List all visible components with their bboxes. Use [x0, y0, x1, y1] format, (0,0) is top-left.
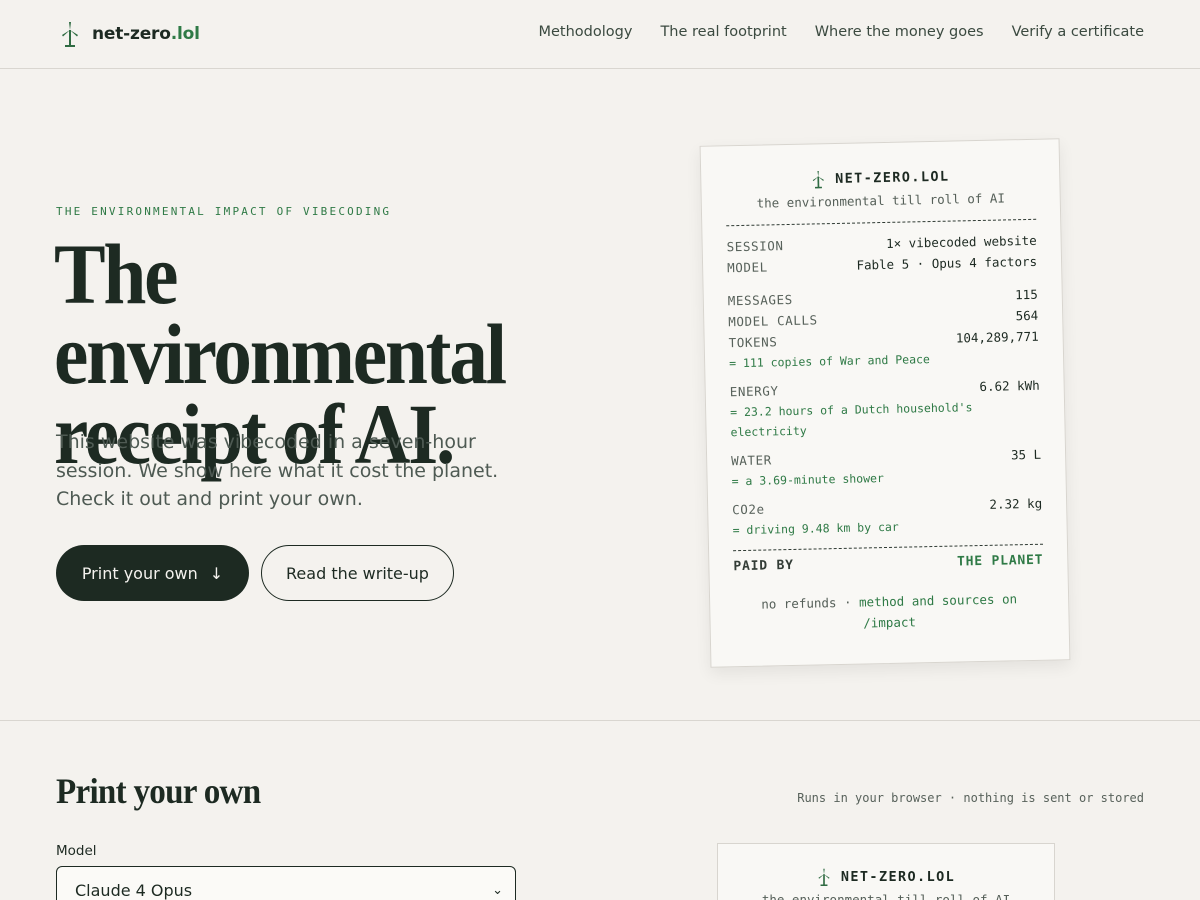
section-title: Print your own [56, 771, 261, 811]
wind-turbine-icon [818, 868, 830, 886]
chevron-down-icon: ⌄ [492, 882, 503, 898]
impact-link[interactable]: method and sources on /impact [859, 591, 1017, 630]
privacy-note: Runs in your browser · nothing is sent o… [797, 791, 1144, 805]
receipt-brand: NET-ZERO.LOL [725, 166, 1035, 190]
section-divider [0, 720, 1200, 721]
receipt-preview-tagline: the environmental till roll of AI [761, 892, 1011, 900]
site-header: net-zero.lol Methodology The real footpr… [0, 0, 1200, 69]
nav-methodology[interactable]: Methodology [538, 24, 632, 40]
hero-subtitle: This website was vibecoded in a seven-ho… [56, 431, 499, 510]
read-writeup-button[interactable]: Read the write-up [261, 545, 454, 601]
receipt-footer: no refunds · method and sources on /impa… [761, 591, 1018, 631]
receipt-card: NET-ZERO.LOL the environmental till roll… [699, 138, 1071, 668]
receipt-preview-card: NET-ZERO.LOL the environmental till roll… [717, 843, 1055, 900]
receipt-tagline: the environmental till roll of AI [756, 190, 1006, 211]
nav-real-footprint[interactable]: The real footprint [660, 24, 786, 40]
wind-turbine-icon [62, 22, 78, 47]
site-logo[interactable]: net-zero.lol [60, 20, 200, 48]
model-select[interactable]: Claude 4 Opus ⌄ [56, 866, 516, 900]
model-select-value: Claude 4 Opus [75, 880, 193, 900]
arrow-down-icon: ↓ [209, 563, 224, 583]
model-field-label: Model [56, 843, 97, 859]
nav-where-money-goes[interactable]: Where the money goes [815, 24, 984, 40]
main-nav: Methodology The real footprint Where the… [538, 24, 1144, 40]
print-your-own-button[interactable]: Print your own ↓ [56, 545, 249, 601]
receipt-paid-by: PAID BY THE PLANET [733, 552, 1044, 575]
nav-verify-certificate[interactable]: Verify a certificate [1012, 24, 1144, 40]
receipt-note-energy: = 23.2 hours of a Dutch household's elec… [730, 400, 973, 440]
receipt-divider [733, 543, 1044, 552]
logo-text: net-zero.lol [92, 24, 200, 44]
receipt-divider [726, 218, 1037, 227]
receipt-header: NET-ZERO.LOL the environmental till roll… [725, 166, 1036, 211]
receipt-preview-brand: NET-ZERO.LOL [718, 868, 1054, 886]
wind-turbine-icon [812, 171, 824, 189]
hero-eyebrow: The environmental impact of vibecoding [56, 205, 392, 218]
